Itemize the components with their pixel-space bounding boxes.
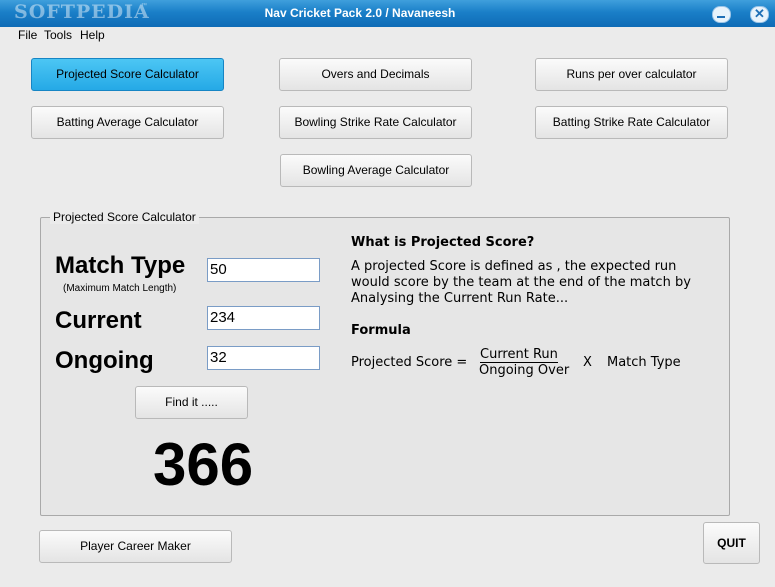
info-line-2: would score by the team at the end of th… — [351, 275, 691, 290]
overs-and-decimals-button[interactable]: Overs and Decimals — [279, 58, 472, 91]
window-title: Nav Cricket Pack 2.0 / Navaneesh — [264, 6, 456, 20]
current-label: Current — [55, 307, 142, 334]
match-type-label: Match Type — [55, 252, 186, 279]
menu-help[interactable]: Help — [80, 28, 105, 42]
info-heading: What is Projected Score? — [351, 235, 535, 250]
batting-average-button[interactable]: Batting Average Calculator — [31, 106, 224, 139]
panel-title: Projected Score Calculator — [50, 210, 199, 224]
bowling-average-button[interactable]: Bowling Average Calculator — [280, 154, 472, 187]
player-career-maker-button[interactable]: Player Career Maker — [39, 530, 232, 563]
formula-rhs: Match Type — [607, 355, 681, 370]
ongoing-label: Ongoing — [55, 347, 154, 374]
match-type-hint: (Maximum Match Length) — [63, 283, 177, 294]
quit-button[interactable]: QUIT — [703, 522, 760, 564]
current-input[interactable]: 234 — [207, 306, 320, 330]
bowling-strike-rate-button[interactable]: Bowling Strike Rate Calculator — [279, 106, 472, 139]
projected-score-result: 366 — [153, 431, 254, 498]
minimize-icon[interactable] — [712, 6, 731, 23]
find-it-button[interactable]: Find it ..... — [135, 386, 248, 419]
menu-file[interactable]: File — [18, 28, 37, 42]
title-bar[interactable]: SOFTPEDIA ™ Nav Cricket Pack 2.0 / Navan… — [0, 0, 775, 27]
projected-score-calculator-button[interactable]: Projected Score Calculator — [31, 58, 224, 91]
formula-times: X — [583, 355, 592, 370]
menu-tools[interactable]: Tools — [44, 28, 72, 42]
match-type-input[interactable]: 50 — [207, 258, 320, 282]
menu-bar: File Tools Help — [0, 27, 775, 47]
info-line-3: Analysing the Current Run Rate... — [351, 291, 569, 306]
runs-per-over-button[interactable]: Runs per over calculator — [535, 58, 728, 91]
formula-heading: Formula — [351, 323, 411, 338]
info-line-1: A projected Score is defined as , the ex… — [351, 259, 677, 274]
formula-lhs: Projected Score = — [351, 355, 468, 370]
app-window: SOFTPEDIA ™ Nav Cricket Pack 2.0 / Navan… — [0, 0, 775, 587]
close-icon[interactable]: ✕ — [750, 6, 769, 23]
batting-strike-rate-button[interactable]: Batting Strike Rate Calculator — [535, 106, 728, 139]
ongoing-input[interactable]: 32 — [207, 346, 320, 370]
formula-denominator: Ongoing Over — [479, 363, 570, 378]
formula-numerator: Current Run — [480, 347, 558, 363]
